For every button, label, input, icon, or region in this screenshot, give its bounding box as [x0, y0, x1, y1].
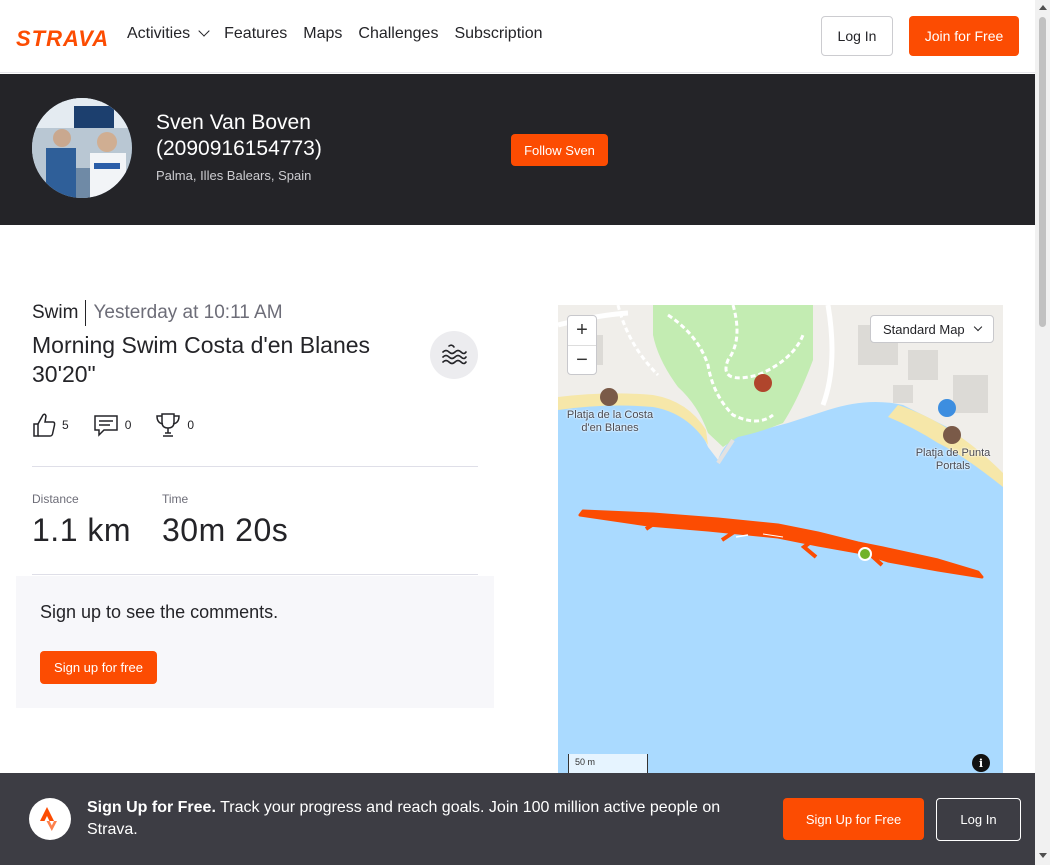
- stat-label: Time: [162, 492, 189, 506]
- nav-links: Activities Features Maps Challenges Subs…: [127, 25, 543, 43]
- activity-type: Swim: [32, 302, 79, 323]
- scroll-down-arrow-icon[interactable]: [1039, 853, 1047, 858]
- nav-activities[interactable]: Activities: [127, 25, 210, 43]
- achievements-button[interactable]: 0: [155, 412, 194, 438]
- swim-waves-icon: [430, 331, 478, 379]
- map-style-label: Standard Map: [883, 321, 965, 337]
- kudos-count: 5: [62, 418, 69, 432]
- strava-logo-icon: [29, 798, 71, 840]
- comments-panel: Sign up to see the comments. Sign up for…: [16, 576, 494, 708]
- thumbs-up-icon: [33, 413, 56, 437]
- comment-count: 0: [124, 418, 132, 432]
- scrollbar[interactable]: [1035, 0, 1050, 865]
- chevron-down-icon: [973, 322, 982, 332]
- zoom-in-button[interactable]: +: [568, 316, 596, 345]
- strava-logo[interactable]: STRAVA: [16, 26, 109, 52]
- activity-date: Yesterday at 10:11 AM: [93, 302, 283, 323]
- avatar[interactable]: [32, 98, 132, 198]
- stat-value: 30m 20s: [162, 512, 289, 548]
- achievement-count: 0: [187, 418, 195, 432]
- athlete-location: Palma, Illes Balears, Spain: [156, 168, 312, 183]
- poi-label: Platja de Punta Portals: [915, 447, 991, 472]
- nav-maps[interactable]: Maps: [303, 25, 342, 43]
- nav-challenges[interactable]: Challenges: [358, 25, 438, 43]
- route-map[interactable]: Platja de la Costa d'en Blanes Platja de…: [558, 305, 1003, 775]
- stat-distance: Distance 1.1 km: [32, 492, 131, 549]
- activity-title: Morning Swim Costa d'en Blanes 30'20": [32, 332, 371, 387]
- scroll-thumb[interactable]: [1039, 17, 1046, 327]
- map-scale: 50 m: [568, 754, 648, 774]
- athlete-name[interactable]: Sven Van Boven (2090916154773): [156, 110, 416, 162]
- top-nav: STRAVA Activities Features Maps Challeng…: [0, 0, 1035, 73]
- social-row: 5 0 0: [32, 412, 218, 438]
- athlete-header: Sven Van Boven (2090916154773) Palma, Il…: [0, 74, 1035, 225]
- follow-button[interactable]: Follow Sven: [511, 134, 608, 166]
- kudos-button[interactable]: 5: [32, 412, 69, 438]
- zoom-control: + −: [567, 315, 597, 375]
- trophy-icon: [156, 413, 181, 437]
- zoom-out-button[interactable]: −: [568, 345, 596, 374]
- meta-separator: [85, 300, 87, 326]
- chevron-down-icon: [198, 25, 210, 37]
- nav-activities-label: Activities: [127, 25, 191, 42]
- signup-banner: Sign Up for Free. Track your progress an…: [0, 773, 1035, 865]
- divider: [32, 466, 478, 467]
- comments-title: Sign up to see the comments.: [40, 602, 279, 622]
- nav-features[interactable]: Features: [224, 25, 287, 43]
- comments-button[interactable]: 0: [93, 413, 132, 437]
- login-button[interactable]: Log In: [821, 16, 893, 56]
- activity-meta: Swim Yesterday at 10:11 AM: [32, 300, 283, 326]
- signup-button[interactable]: Sign up for free: [40, 651, 157, 684]
- banner-login-button[interactable]: Log In: [936, 798, 1021, 841]
- map-style-select[interactable]: Standard Map: [870, 315, 994, 343]
- stat-value: 1.1 km: [32, 512, 132, 548]
- comment-icon: [93, 415, 118, 437]
- poi-label: Platja de la Costa d'en Blanes: [566, 409, 654, 434]
- map-canvas: [558, 305, 1003, 579]
- banner-text: Sign Up for Free. Track your progress an…: [87, 797, 757, 841]
- divider: [32, 574, 478, 575]
- scroll-up-arrow-icon[interactable]: [1039, 5, 1047, 10]
- stat-time: Time 30m 20s: [162, 492, 288, 549]
- join-button[interactable]: Join for Free: [909, 16, 1019, 56]
- banner-signup-button[interactable]: Sign Up for Free: [783, 798, 924, 840]
- banner-title: Sign Up for Free.: [87, 799, 216, 816]
- stat-label: Distance: [32, 492, 79, 506]
- nav-subscription[interactable]: Subscription: [454, 25, 542, 43]
- info-icon[interactable]: i: [972, 754, 990, 772]
- avatar-photo: [32, 98, 132, 198]
